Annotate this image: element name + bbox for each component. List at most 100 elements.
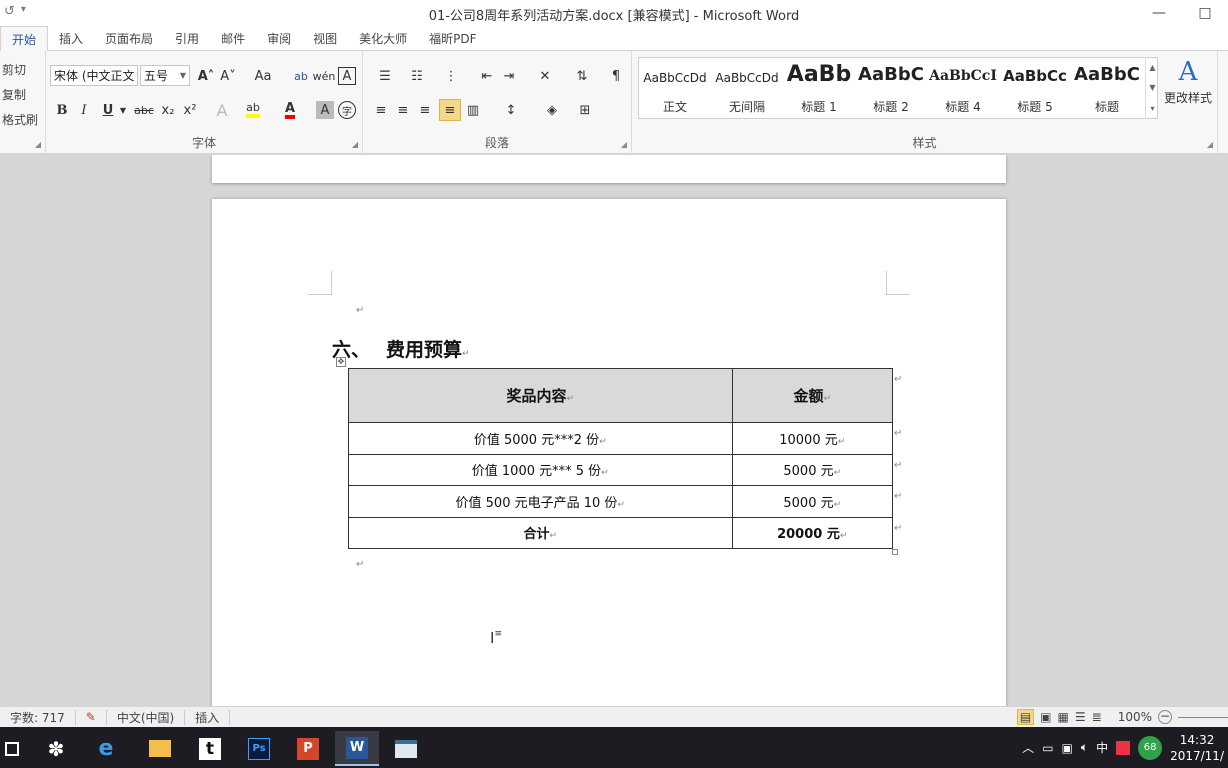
full-screen-reading-icon[interactable]: ▣	[1040, 710, 1051, 724]
print-layout-icon[interactable]: ▤	[1016, 709, 1035, 725]
tray-app-icon[interactable]	[1116, 740, 1131, 755]
increase-indent-icon[interactable]: ⇥	[499, 65, 519, 87]
align-left-icon[interactable]: ≡	[371, 99, 391, 121]
header-cell-amount[interactable]: 金额↵	[731, 368, 894, 423]
copy-button[interactable]: 复制	[2, 86, 26, 103]
tab-references[interactable]: 引用	[164, 26, 210, 50]
style-title[interactable]: AaBbC 标题	[1071, 58, 1143, 118]
enclose-chars-button[interactable]: 字	[338, 101, 356, 119]
table-resize-handle[interactable]	[892, 549, 898, 555]
taskbar-app-1[interactable]: ✽	[34, 731, 78, 766]
table-cell[interactable]: 价值 5000 元***2 份↵	[348, 422, 733, 455]
taskbar-ie[interactable]: e	[84, 731, 128, 766]
format-painter-button[interactable]: 格式刷	[2, 111, 38, 128]
chinese-layout-icon[interactable]: ✕	[531, 65, 559, 87]
sort-icon[interactable]: ⇅	[571, 65, 593, 87]
font-launcher-icon[interactable]: ◢	[352, 140, 358, 149]
char-border-icon[interactable]: wén	[313, 65, 336, 87]
draft-icon[interactable]: ≣	[1092, 710, 1102, 724]
clipboard-launcher-icon[interactable]: ◢	[35, 140, 41, 149]
table-cell[interactable]: 5000 元↵	[731, 485, 894, 518]
tab-insert[interactable]: 插入	[48, 26, 94, 50]
cut-button[interactable]: 剪切	[2, 61, 26, 78]
grow-font-button[interactable]: A˄	[196, 65, 216, 87]
distributed-icon[interactable]: ▥	[463, 99, 483, 121]
budget-table[interactable]: 奖品内容↵ 金额↵ 价值 5000 元***2 份↵ 10000 元↵ 价值 1…	[348, 368, 894, 549]
style-heading-4[interactable]: AaBbCcI 标题 4	[927, 58, 999, 118]
table-cell[interactable]: 20000 元↵	[731, 516, 894, 549]
tab-mailings[interactable]: 邮件	[210, 26, 256, 50]
text-effects-icon[interactable]: A	[212, 99, 232, 121]
tab-view[interactable]: 视图	[302, 26, 348, 50]
superscript-button[interactable]: x²	[180, 99, 200, 121]
taskbar-powerpoint[interactable]: P	[286, 731, 330, 766]
bold-button[interactable]: B	[52, 99, 72, 121]
outline-icon[interactable]: ☰	[1075, 710, 1086, 724]
zoom-out-icon[interactable]: −	[1158, 710, 1172, 724]
decrease-indent-icon[interactable]: ⇤	[477, 65, 497, 87]
clock[interactable]: 14:32 2017/11/	[1170, 732, 1228, 764]
style-heading-5[interactable]: AaBbCc 标题 5	[999, 58, 1071, 118]
font-color-icon[interactable]: A	[280, 99, 300, 121]
style-heading-2[interactable]: AaBbC 标题 2	[855, 58, 927, 118]
taskbar-app-8[interactable]	[384, 731, 428, 766]
show-hidden-icons[interactable]: ︿	[1022, 739, 1034, 756]
change-case-button[interactable]: Aa	[250, 65, 276, 87]
chevron-up-icon[interactable]: ▲	[1149, 63, 1155, 72]
taskbar-tumblr[interactable]: t	[188, 731, 232, 766]
tab-beautify[interactable]: 美化大师	[348, 26, 418, 50]
show-marks-icon[interactable]: ¶	[607, 65, 625, 87]
minimize-button[interactable]: —	[1136, 0, 1182, 26]
underline-button[interactable]: U	[98, 99, 118, 121]
phonetic-guide-icon[interactable]: ab	[291, 65, 311, 87]
tab-page-layout[interactable]: 页面布局	[94, 26, 164, 50]
shading-icon[interactable]: ◈	[537, 99, 567, 121]
style-no-spacing[interactable]: AaBbCcDd 无间隔	[711, 58, 783, 118]
taskbar-photoshop[interactable]: Ps	[237, 731, 281, 766]
multilevel-list-icon[interactable]: ⋮	[437, 65, 465, 87]
table-move-handle-icon[interactable]: ✥	[336, 357, 346, 367]
paragraph-launcher-icon[interactable]: ◢	[621, 140, 627, 149]
table-cell[interactable]: 10000 元↵	[731, 422, 894, 455]
word-count[interactable]: 字数: 717	[0, 709, 76, 725]
table-cell[interactable]: 价值 500 元电子产品 10 份↵	[348, 485, 733, 518]
font-size-combo[interactable]: 五号 ▼	[140, 65, 190, 86]
styles-launcher-icon[interactable]: ◢	[1207, 140, 1213, 149]
language-indicator[interactable]: 中文(中国)	[107, 709, 186, 725]
style-heading-1[interactable]: AaBb 标题 1	[783, 58, 855, 118]
zoom-level[interactable]: 100%	[1118, 710, 1152, 724]
document-page[interactable]: ↵ 六、 费用预算↵ ✥ 奖品内容↵ 金额↵ 价值 5000 元***2 份↵ 1…	[212, 199, 1006, 706]
taskbar-explorer[interactable]	[138, 731, 182, 766]
zoom-slider[interactable]	[1178, 716, 1228, 718]
network-icon[interactable]: ▣	[1062, 741, 1073, 755]
proofing-status[interactable]: ✎	[76, 709, 107, 725]
align-center-icon[interactable]: ≡	[393, 99, 413, 121]
styles-gallery-scroll[interactable]: ▲ ▼ ▾	[1145, 57, 1159, 119]
underline-dropdown-icon[interactable]: ▼	[118, 99, 128, 121]
badge-icon[interactable]: 68	[1138, 735, 1163, 760]
header-cell-prize[interactable]: 奖品内容↵	[348, 368, 733, 423]
numbering-icon[interactable]: ☷	[403, 65, 431, 87]
italic-button[interactable]: I	[74, 99, 94, 121]
bullets-icon[interactable]: ☰	[371, 65, 399, 87]
justify-icon[interactable]: ≡	[439, 99, 461, 121]
style-normal[interactable]: AaBbCcDd 正文	[639, 58, 711, 118]
restore-button[interactable]: □	[1182, 0, 1228, 26]
document-area[interactable]: ↵ 六、 费用预算↵ ✥ 奖品内容↵ 金额↵ 价值 5000 元***2 份↵ 1…	[0, 155, 1228, 706]
highlight-icon[interactable]: ab	[242, 99, 264, 121]
tab-home[interactable]: 开始	[0, 26, 49, 52]
strikethrough-button[interactable]: abc	[132, 99, 156, 121]
ime-indicator[interactable]: 中	[1096, 739, 1108, 756]
tab-review[interactable]: 审阅	[256, 26, 302, 50]
line-spacing-icon[interactable]: ↕	[497, 99, 525, 121]
table-cell[interactable]: 5000 元↵	[731, 453, 894, 486]
borders-icon[interactable]: ⊞	[571, 99, 599, 121]
table-cell[interactable]: 价值 1000 元*** 5 份↵	[348, 453, 733, 486]
shrink-font-button[interactable]: A˅	[218, 65, 238, 87]
tab-foxit-pdf[interactable]: 福昕PDF	[418, 26, 487, 50]
subscript-button[interactable]: x₂	[158, 99, 178, 121]
change-styles-button[interactable]: A 更改样式	[1160, 57, 1216, 127]
web-layout-icon[interactable]: ▦	[1058, 710, 1069, 724]
taskbar-word[interactable]: W	[335, 731, 379, 766]
battery-icon[interactable]: ▭	[1042, 741, 1053, 755]
